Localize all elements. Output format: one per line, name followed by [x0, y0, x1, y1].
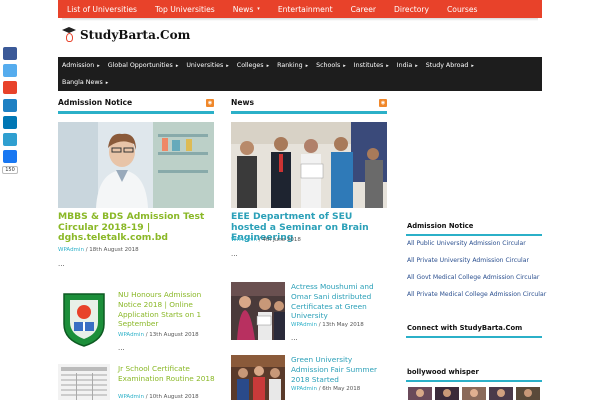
sidebar-link-private-university[interactable]: All Private University Admission Circula… [407, 257, 529, 264]
moushumi-meta: WPAdmin / 13th May 2018 [291, 322, 364, 328]
admission-fair-meta: WPAdmin / 6th May 2018 [291, 386, 361, 392]
main-nav-study-abroad[interactable]: Study Abroad ▸ [426, 62, 474, 69]
main-nav-global-opportunities[interactable]: Global Opportunities ▸ [108, 62, 179, 69]
author-link[interactable]: WPAdmin [291, 386, 317, 392]
main-nav-admission[interactable]: Admission ▸ [62, 62, 100, 69]
post-date: 13th August 2018 [149, 332, 199, 338]
main-nav-ranking[interactable]: Ranking ▸ [277, 62, 308, 69]
author-link[interactable]: WPAdmin [118, 332, 144, 338]
heading-underline [58, 111, 214, 114]
dropdown-dot-icon: ▸ [97, 62, 100, 69]
featured-admission-title[interactable]: MBBS & BDS Admission Test Circular 2018-… [58, 211, 218, 244]
dropdown-dot-icon: ▸ [105, 79, 109, 86]
logo-text: StudyBarta.Com [80, 28, 191, 42]
jsc-routine-thumbnail[interactable] [58, 364, 110, 400]
twitter-share-icon[interactable] [3, 64, 17, 77]
sidebar-heading-line [406, 234, 542, 236]
chevron-down-icon: ▾ [257, 6, 260, 12]
main-nav-universities[interactable]: Universities ▸ [186, 62, 228, 69]
jsc-routine-meta: WPAdmin / 10th August 2018 [118, 394, 199, 400]
admission-notice-heading[interactable]: Admission Notice [58, 98, 132, 107]
featured-admission-meta: WPAdmin / 18th August 2018 [58, 247, 139, 253]
sidebar-connect-heading: Connect with StudyBarta.Com [407, 324, 523, 332]
featured-news-image[interactable] [231, 122, 387, 208]
author-link[interactable]: WPAdmin [58, 247, 84, 253]
dropdown-dot-icon: ▸ [386, 62, 389, 69]
author-link[interactable]: WPAdmin [231, 237, 257, 243]
graduation-cap-icon [61, 26, 77, 44]
rss-icon[interactable]: ◉ [379, 99, 387, 107]
jsc-routine-title[interactable]: Jr School Certificate Examination Routin… [118, 364, 216, 384]
post-date: 4th June 2018 [262, 237, 301, 243]
sidebar-link-private-medical[interactable]: All Private Medical College Admission Ci… [407, 291, 546, 298]
top-nav-courses[interactable]: Courses [447, 5, 477, 14]
main-nav-row-2: Bangla News ▸ [58, 74, 112, 91]
featured-admission-excerpt: ... [58, 260, 65, 268]
top-nav-top-universities[interactable]: Top Universities [155, 5, 215, 14]
main-nav-india[interactable]: India ▸ [397, 62, 418, 69]
nu-honours-excerpt: ... [118, 344, 125, 352]
top-nav-directory[interactable]: Directory [394, 5, 429, 14]
sidebar-heading-line [406, 336, 542, 338]
dropdown-dot-icon: ▸ [266, 62, 270, 69]
news-heading[interactable]: News [231, 98, 254, 107]
top-navigation: List of Universities Top Universities Ne… [58, 0, 542, 18]
featured-news-excerpt: ... [231, 250, 238, 258]
sidebar-link-govt-medical[interactable]: All Govt Medical College Admission Circu… [407, 274, 539, 281]
rss-icon[interactable]: ◉ [206, 99, 214, 107]
dropdown-dot-icon: ▸ [343, 62, 346, 69]
post-date: 18th August 2018 [89, 247, 139, 253]
facebook-share-icon[interactable] [3, 47, 17, 60]
sidebar-link-public-university[interactable]: All Public University Admission Circular [407, 240, 526, 247]
dropdown-dot-icon: ▸ [305, 62, 309, 69]
post-date: 6th May 2018 [322, 386, 361, 392]
top-nav-entertainment[interactable]: Entertainment [278, 5, 333, 14]
site-logo[interactable]: StudyBarta.Com [61, 26, 190, 44]
main-nav-bangla-news[interactable]: Bangla News ▸ [62, 79, 108, 86]
sidebar-bollywood-heading: bollywood whisper [407, 368, 479, 376]
main-nav-institutes[interactable]: Institutes ▸ [354, 62, 389, 69]
top-nav-career[interactable]: Career [351, 5, 376, 14]
moushumi-title[interactable]: Actress Moushumi and Omar Sani distribut… [291, 282, 389, 321]
admission-fair-title[interactable]: Green University Admission Fair Summer 2… [291, 355, 389, 384]
top-nav-news[interactable]: News ▾ [233, 5, 260, 14]
main-nav-schools[interactable]: Schools ▸ [316, 62, 346, 69]
top-nav-list-of-universities[interactable]: List of Universities [67, 5, 137, 14]
featured-news-meta: WPAdmin / 4th June 2018 [231, 237, 301, 243]
post-date: 13th May 2018 [322, 322, 364, 328]
admission-fair-thumbnail[interactable] [231, 355, 285, 400]
linkedin-share-icon[interactable] [3, 116, 17, 129]
sidebar-heading-line [406, 380, 542, 382]
share-count: 150 [2, 166, 18, 174]
nu-logo-thumbnail[interactable] [58, 290, 110, 348]
main-nav-row-1: Admission ▸ Global Opportunities ▸ Univers… [58, 57, 478, 74]
moushumi-thumbnail[interactable] [231, 282, 285, 340]
dropdown-dot-icon: ▸ [471, 62, 474, 69]
author-link[interactable]: WPAdmin [118, 394, 144, 400]
dropdown-dot-icon: ▸ [415, 62, 418, 69]
featured-admission-image[interactable] [58, 122, 214, 208]
post-date: 10th August 2018 [149, 394, 199, 400]
nu-honours-meta: WPAdmin / 13th August 2018 [118, 332, 199, 338]
dropdown-dot-icon: ▸ [226, 62, 229, 69]
delicious-share-icon[interactable] [3, 133, 17, 146]
main-nav-colleges[interactable]: Colleges ▸ [237, 62, 269, 69]
main-navigation: Admission ▸ Global Opportunities ▸ Univers… [58, 57, 542, 91]
dropdown-dot-icon: ▸ [175, 62, 179, 69]
sidebar-admission-heading: Admission Notice [407, 222, 474, 230]
author-link[interactable]: WPAdmin [291, 322, 317, 328]
bollywood-widget-thumbnails[interactable] [408, 386, 542, 400]
google-plus-share-icon[interactable] [3, 81, 17, 94]
digg-share-icon[interactable] [3, 99, 17, 112]
nu-honours-title[interactable]: NU Honours Admission Notice 2018 | Onlin… [118, 290, 216, 329]
heading-underline [231, 111, 387, 114]
facebook-like-icon[interactable] [3, 150, 17, 163]
nav-shadow [62, 18, 538, 21]
moushumi-excerpt: ... [291, 334, 298, 342]
